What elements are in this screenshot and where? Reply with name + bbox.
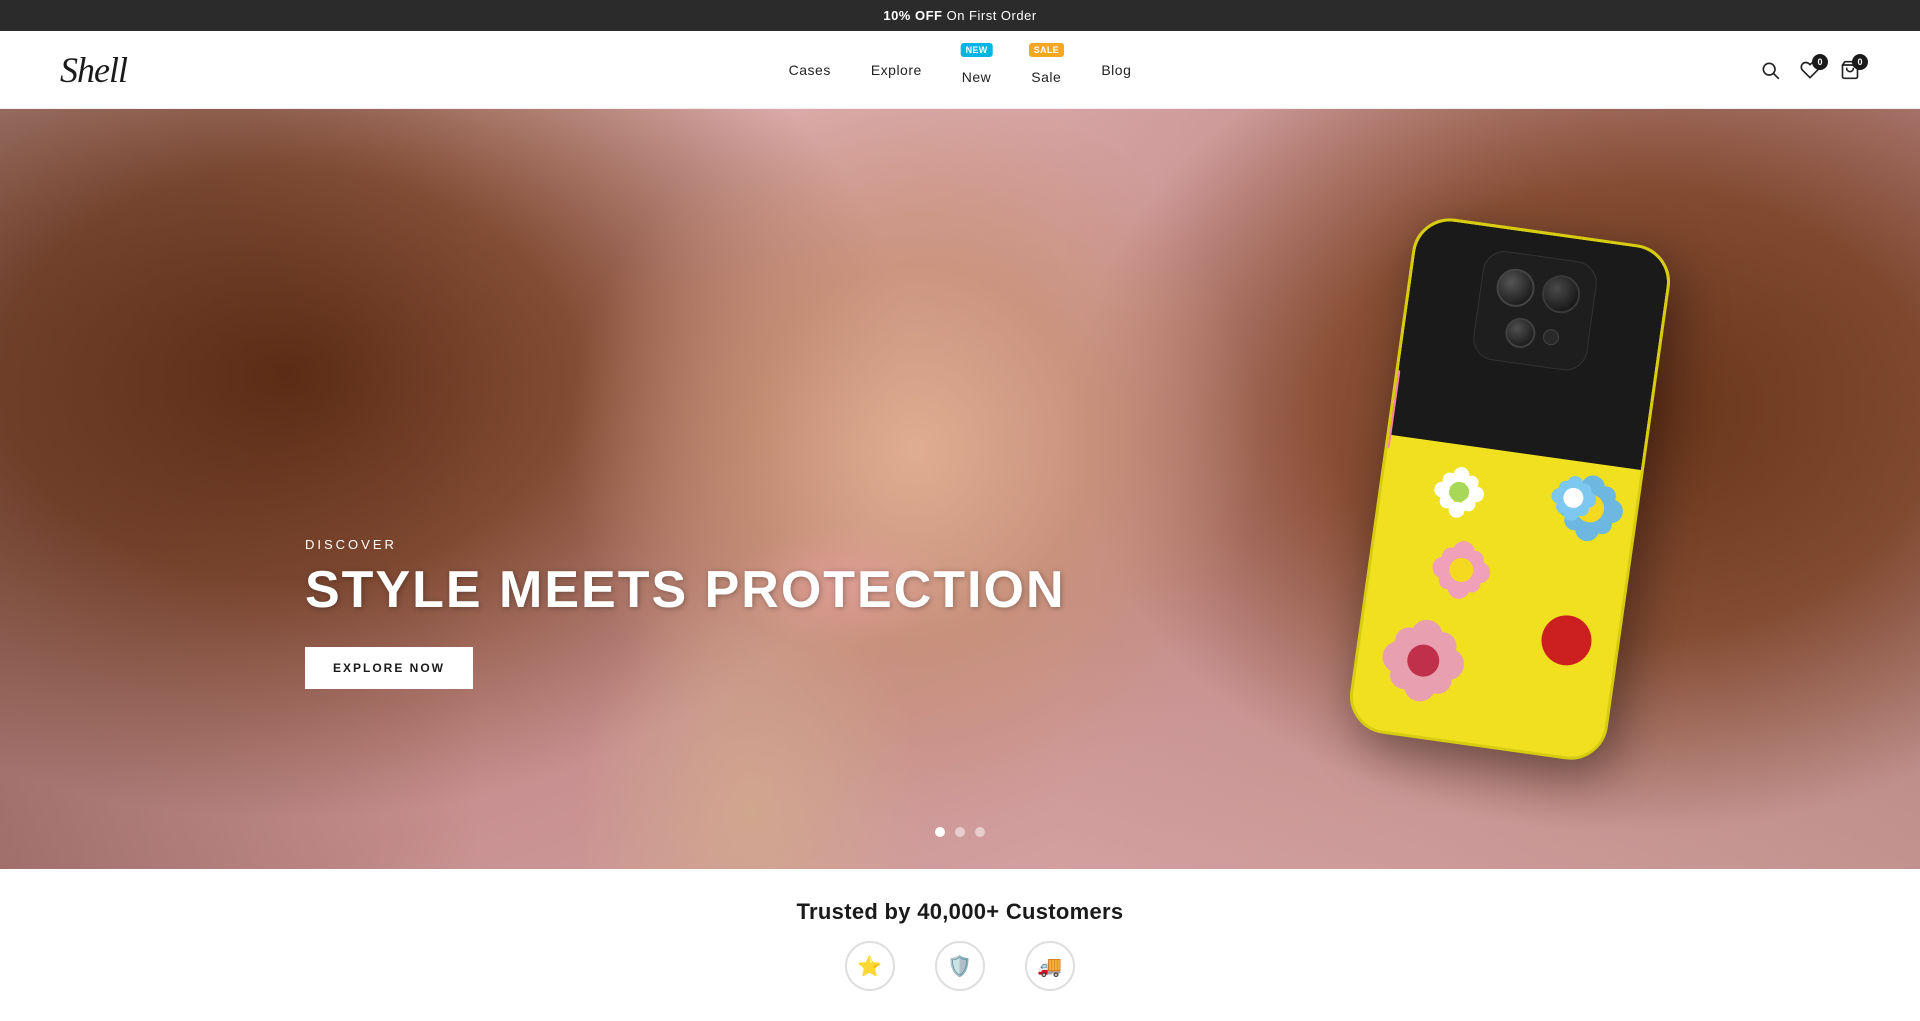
nav-item-cases[interactable]: Cases — [789, 62, 831, 78]
cart-count: 0 — [1852, 54, 1868, 70]
nav-label-cases: Cases — [789, 62, 831, 78]
navigation: Cases Explore New New Sale Sale Blog — [789, 55, 1132, 85]
announcement-text: On First Order — [942, 8, 1036, 23]
header: Shell Cases Explore New New Sale Sale Bl… — [0, 31, 1920, 109]
header-icons: 0 0 — [1760, 60, 1860, 80]
slide-dot-3[interactable] — [975, 827, 985, 837]
search-button[interactable] — [1760, 60, 1780, 80]
trust-icon-1: ⭐ — [845, 941, 895, 991]
explore-now-button[interactable]: EXPLORE NOW — [305, 647, 473, 689]
flower-pink-large — [1372, 610, 1474, 712]
nav-item-new[interactable]: New New — [962, 55, 992, 85]
trusted-section: Trusted by 40,000+ Customers ⭐ 🛡️ 🚚 — [0, 869, 1920, 1021]
trust-icon-3: 🚚 — [1025, 941, 1075, 991]
flower-pink-gingham — [1427, 536, 1495, 604]
camera-flash — [1541, 328, 1559, 346]
hero-content: DISCOVER STYLE MEETS PROTECTION EXPLORE … — [305, 537, 1066, 689]
flower-blue-small — [1548, 473, 1599, 524]
phone-screen — [1389, 217, 1671, 470]
nav-label-sale: Sale — [1031, 69, 1061, 85]
red-circle — [1538, 612, 1594, 668]
wishlist-button[interactable]: 0 — [1800, 60, 1820, 80]
nav-item-sale[interactable]: Sale Sale — [1031, 55, 1061, 85]
camera-lens-3 — [1503, 316, 1537, 350]
logo[interactable]: Shell — [60, 49, 127, 91]
camera-lens-2 — [1539, 273, 1582, 316]
slide-dot-2[interactable] — [955, 827, 965, 837]
announcement-bar: 10% OFF On First Order — [0, 0, 1920, 31]
trust-icon-2: 🛡️ — [935, 941, 985, 991]
nav-item-blog[interactable]: Blog — [1101, 62, 1131, 78]
hero-section: DISCOVER STYLE MEETS PROTECTION EXPLORE … — [0, 109, 1920, 869]
hero-discover-label: DISCOVER — [305, 537, 1066, 552]
slide-dot-1[interactable] — [935, 827, 945, 837]
camera-module — [1470, 248, 1599, 373]
nav-label-explore: Explore — [871, 62, 922, 78]
wishlist-count: 0 — [1812, 54, 1828, 70]
cart-button[interactable]: 0 — [1840, 60, 1860, 80]
hero-background — [0, 109, 1920, 869]
badge-sale: Sale — [1029, 43, 1064, 57]
nav-label-blog: Blog — [1101, 62, 1131, 78]
trusted-text: Trusted by 40,000+ Customers — [0, 899, 1920, 925]
flower-white-star — [1428, 461, 1490, 523]
announcement-highlight: 10% OFF — [883, 8, 942, 23]
badge-new: New — [961, 43, 993, 57]
search-icon — [1760, 60, 1780, 80]
nav-item-explore[interactable]: Explore — [871, 62, 922, 78]
nav-label-new: New — [962, 69, 992, 85]
camera-lens-1 — [1494, 266, 1537, 309]
slider-dots — [935, 827, 985, 837]
trust-icons-row: ⭐ 🛡️ 🚚 — [0, 941, 1920, 1001]
hero-title: STYLE MEETS PROTECTION — [305, 562, 1066, 619]
